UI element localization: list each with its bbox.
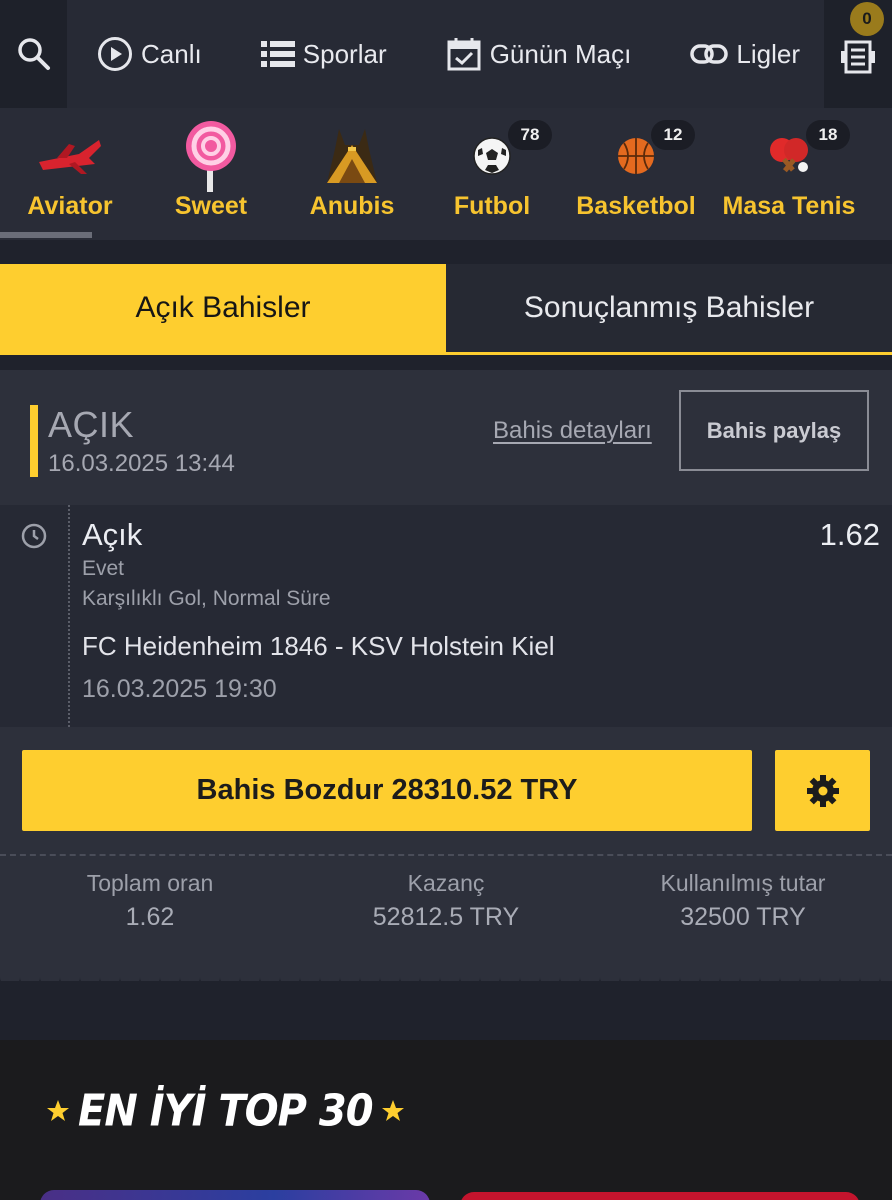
- tab-open-bets[interactable]: Açık Bahisler: [0, 264, 446, 352]
- cashout-settings-button[interactable]: [775, 750, 870, 831]
- lollipop-icon: [186, 121, 236, 192]
- category-carousel: Aviator Sweet Anubis Futbol 78 Basketbol…: [0, 108, 892, 240]
- betslip-count-badge: 0: [850, 2, 884, 36]
- nav-item-live[interactable]: Canlı: [97, 36, 202, 72]
- share-bet-button[interactable]: Bahis paylaş: [679, 390, 869, 471]
- bet-placed-date: 16.03.2025 13:44: [48, 450, 235, 477]
- nav-item-sports[interactable]: Sporlar: [260, 38, 387, 70]
- category-label: Aviator: [27, 192, 113, 220]
- bet-status: AÇIK: [48, 404, 135, 445]
- nav-item-label: Günün Maçı: [489, 38, 632, 69]
- card-divider: [0, 854, 892, 856]
- category-label: Sweet: [174, 192, 248, 220]
- game-thumbnail[interactable]: [40, 1190, 430, 1200]
- bet-details-link[interactable]: Bahis detayları: [493, 417, 652, 445]
- nav-menu: Canlı Sporlar Günün Maçı Ligler: [67, 0, 824, 108]
- category-count-badge: 78: [508, 120, 552, 150]
- search-icon: [17, 38, 50, 70]
- category-anubis[interactable]: Anubis: [302, 108, 402, 240]
- clock-icon: [21, 523, 47, 549]
- promo-title: EN İYİ TOP 30: [46, 1085, 405, 1137]
- star-icon: [381, 1100, 404, 1121]
- anubis-icon: [327, 129, 377, 183]
- nav-item-label: Sporlar: [302, 38, 387, 69]
- basketball-icon: [618, 138, 654, 174]
- category-label: Anubis: [309, 192, 395, 220]
- category-label: Masa Tenis: [722, 192, 856, 220]
- star-icon: [47, 1100, 69, 1121]
- total-odds-label: Toplam oran: [86, 870, 214, 896]
- summary-stake: Kullanılmış tutar 32500 TRY: [593, 870, 892, 932]
- soccer-ball-icon: [473, 137, 511, 175]
- search-button[interactable]: [0, 0, 67, 108]
- status-indicator: [30, 405, 38, 477]
- bet-summary: Toplam oran 1.62 Kazanç 52812.5 TRY Kull…: [0, 870, 892, 940]
- stake-value: 32500 TRY: [680, 903, 806, 931]
- nav-item-leagues[interactable]: Ligler: [690, 39, 800, 70]
- selection-market: Karşılıklı Gol, Normal Süre: [82, 587, 331, 610]
- ticket-edge: [0, 965, 892, 981]
- category-count-badge: 12: [651, 120, 695, 150]
- promo-title-text: EN İYİ TOP 30: [78, 1085, 374, 1137]
- category-sweet[interactable]: Sweet: [160, 108, 262, 240]
- total-odds-value: 1.62: [125, 903, 175, 931]
- category-aviator[interactable]: Aviator: [20, 108, 120, 240]
- category-scroll-indicator: [0, 232, 92, 238]
- top-navigation: Canlı Sporlar Günün Maçı Ligler 0: [0, 0, 892, 108]
- play-circle-icon: [98, 37, 132, 71]
- link-icon: [690, 44, 729, 64]
- summary-winnings: Kazanç 52812.5 TRY: [296, 870, 596, 932]
- calendar-check-icon: [447, 38, 481, 71]
- winnings-value: 52812.5 TRY: [372, 903, 520, 931]
- promo-section: EN İYİ TOP 30: [0, 1040, 892, 1200]
- bet-tabs: Açık Bahisler Sonuçlanmış Bahisler: [0, 264, 892, 355]
- selection-divider: [68, 505, 70, 727]
- selection-status: Açık: [82, 517, 143, 552]
- winnings-label: Kazanç: [407, 870, 485, 896]
- nav-item-label: Ligler: [736, 38, 800, 69]
- bet-selection: Açık 1.62 Evet Karşılıklı Gol, Normal Sü…: [0, 505, 892, 727]
- plane-icon: [39, 140, 101, 174]
- gear-icon: [806, 774, 839, 807]
- table-tennis-icon: [770, 138, 808, 173]
- selection-match: FC Heidenheim 1846 - KSV Holstein Kiel: [82, 631, 555, 661]
- category-label: Futbol: [453, 192, 531, 220]
- betslip-button[interactable]: 0: [824, 0, 892, 108]
- bet-card: AÇIK 16.03.2025 13:44 Bahis detayları Ba…: [0, 370, 892, 981]
- category-label: Basketbol: [576, 192, 696, 220]
- betslip-icon: [841, 40, 875, 74]
- cashout-button[interactable]: Bahis Bozdur 28310.52 TRY: [22, 750, 752, 831]
- selection-match-time: 16.03.2025 19:30: [82, 675, 277, 703]
- selection-odds: 1.62: [819, 517, 880, 552]
- selection-outcome: Evet: [82, 557, 125, 580]
- game-thumbnail[interactable]: [460, 1192, 860, 1200]
- nav-item-match-of-day[interactable]: Günün Maçı: [446, 36, 632, 72]
- list-icon: [260, 41, 295, 67]
- stake-label: Kullanılmış tutar: [660, 870, 826, 896]
- tab-settled-bets[interactable]: Sonuçlanmış Bahisler: [446, 264, 892, 352]
- nav-item-label: Canlı: [141, 38, 202, 69]
- summary-total-odds: Toplam oran 1.62: [0, 870, 300, 932]
- category-count-badge: 18: [806, 120, 850, 150]
- bet-card-header: AÇIK 16.03.2025 13:44 Bahis detayları Ba…: [0, 370, 892, 505]
